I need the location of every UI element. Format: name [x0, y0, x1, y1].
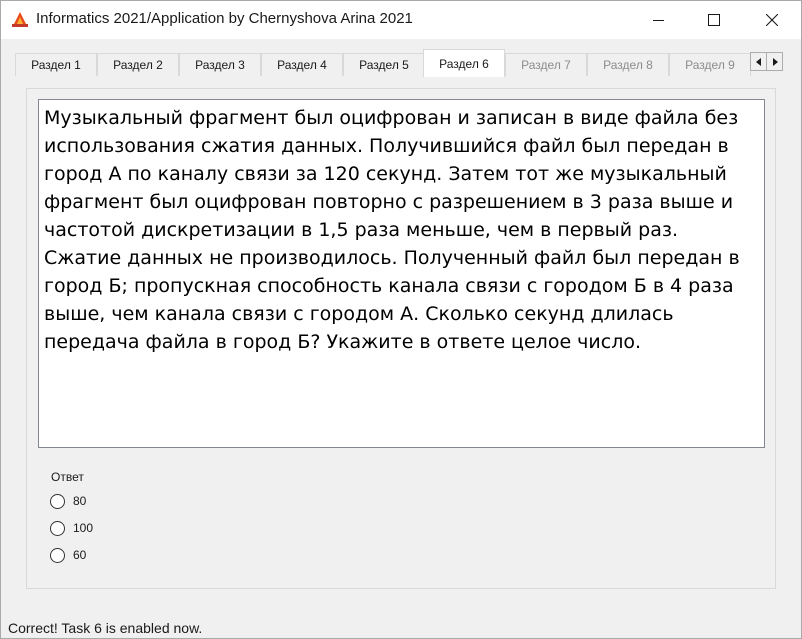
arrow-right-icon — [772, 57, 778, 66]
close-button[interactable] — [749, 1, 795, 39]
tab-scroll-right-button[interactable] — [766, 52, 783, 71]
radio-button[interactable] — [50, 493, 65, 509]
minimize-button[interactable] — [635, 1, 681, 39]
maximize-button[interactable] — [691, 1, 737, 39]
tab-label: Раздел 5 — [359, 58, 409, 72]
option-label: 80 — [73, 494, 87, 508]
tab-section-1[interactable]: Раздел 1 — [15, 53, 97, 76]
tab-label: Раздел 9 — [685, 58, 735, 72]
answer-option[interactable]: 60 — [50, 546, 86, 564]
window-title: Informatics 2021/Application by Chernysh… — [36, 10, 413, 27]
tab-panel: Музыкальный фрагмент был оцифрован и зап… — [26, 88, 776, 589]
answer-option[interactable]: 100 — [50, 519, 93, 537]
tab-section-7[interactable]: Раздел 7 — [505, 53, 587, 76]
tab-section-2[interactable]: Раздел 2 — [97, 53, 179, 76]
tab-label: Раздел 6 — [439, 56, 489, 71]
radio-button[interactable] — [50, 520, 65, 536]
tab-scroll-left-button[interactable] — [750, 52, 767, 71]
tab-label: Раздел 8 — [603, 58, 653, 72]
tab-section-4[interactable]: Раздел 4 — [261, 53, 343, 76]
answer-option[interactable]: 80 — [50, 492, 86, 510]
tab-label: Раздел 7 — [521, 58, 571, 72]
tab-section-5[interactable]: Раздел 5 — [343, 53, 425, 76]
status-message: Correct! Task 6 is enabled now. — [8, 620, 203, 636]
option-label: 60 — [73, 548, 87, 562]
radio-button[interactable] — [50, 547, 65, 563]
tab-section-6[interactable]: Раздел 6 — [423, 49, 505, 77]
maximize-icon — [708, 14, 720, 26]
option-label: 100 — [73, 521, 94, 535]
app-window: Informatics 2021/Application by Chernysh… — [0, 0, 802, 639]
tab-section-9[interactable]: Раздел 9 — [669, 53, 751, 76]
question-text[interactable]: Музыкальный фрагмент был оцифрован и зап… — [38, 99, 765, 448]
answer-label: Ответ — [51, 470, 84, 484]
tab-label: Раздел 4 — [277, 58, 327, 72]
tab-label: Раздел 3 — [195, 58, 245, 72]
tab-label: Раздел 2 — [113, 58, 163, 72]
arrow-left-icon — [755, 57, 761, 66]
flame-app-icon — [12, 12, 28, 27]
minimize-icon — [652, 19, 664, 21]
tab-strip: Раздел 1 Раздел 2 Раздел 3 Раздел 4 Разд… — [15, 49, 795, 77]
tab-section-3[interactable]: Раздел 3 — [179, 53, 261, 76]
close-icon — [766, 14, 778, 26]
tab-label: Раздел 1 — [31, 58, 81, 72]
title-bar[interactable]: Informatics 2021/Application by Chernysh… — [1, 1, 801, 39]
tab-section-8[interactable]: Раздел 8 — [587, 53, 669, 76]
